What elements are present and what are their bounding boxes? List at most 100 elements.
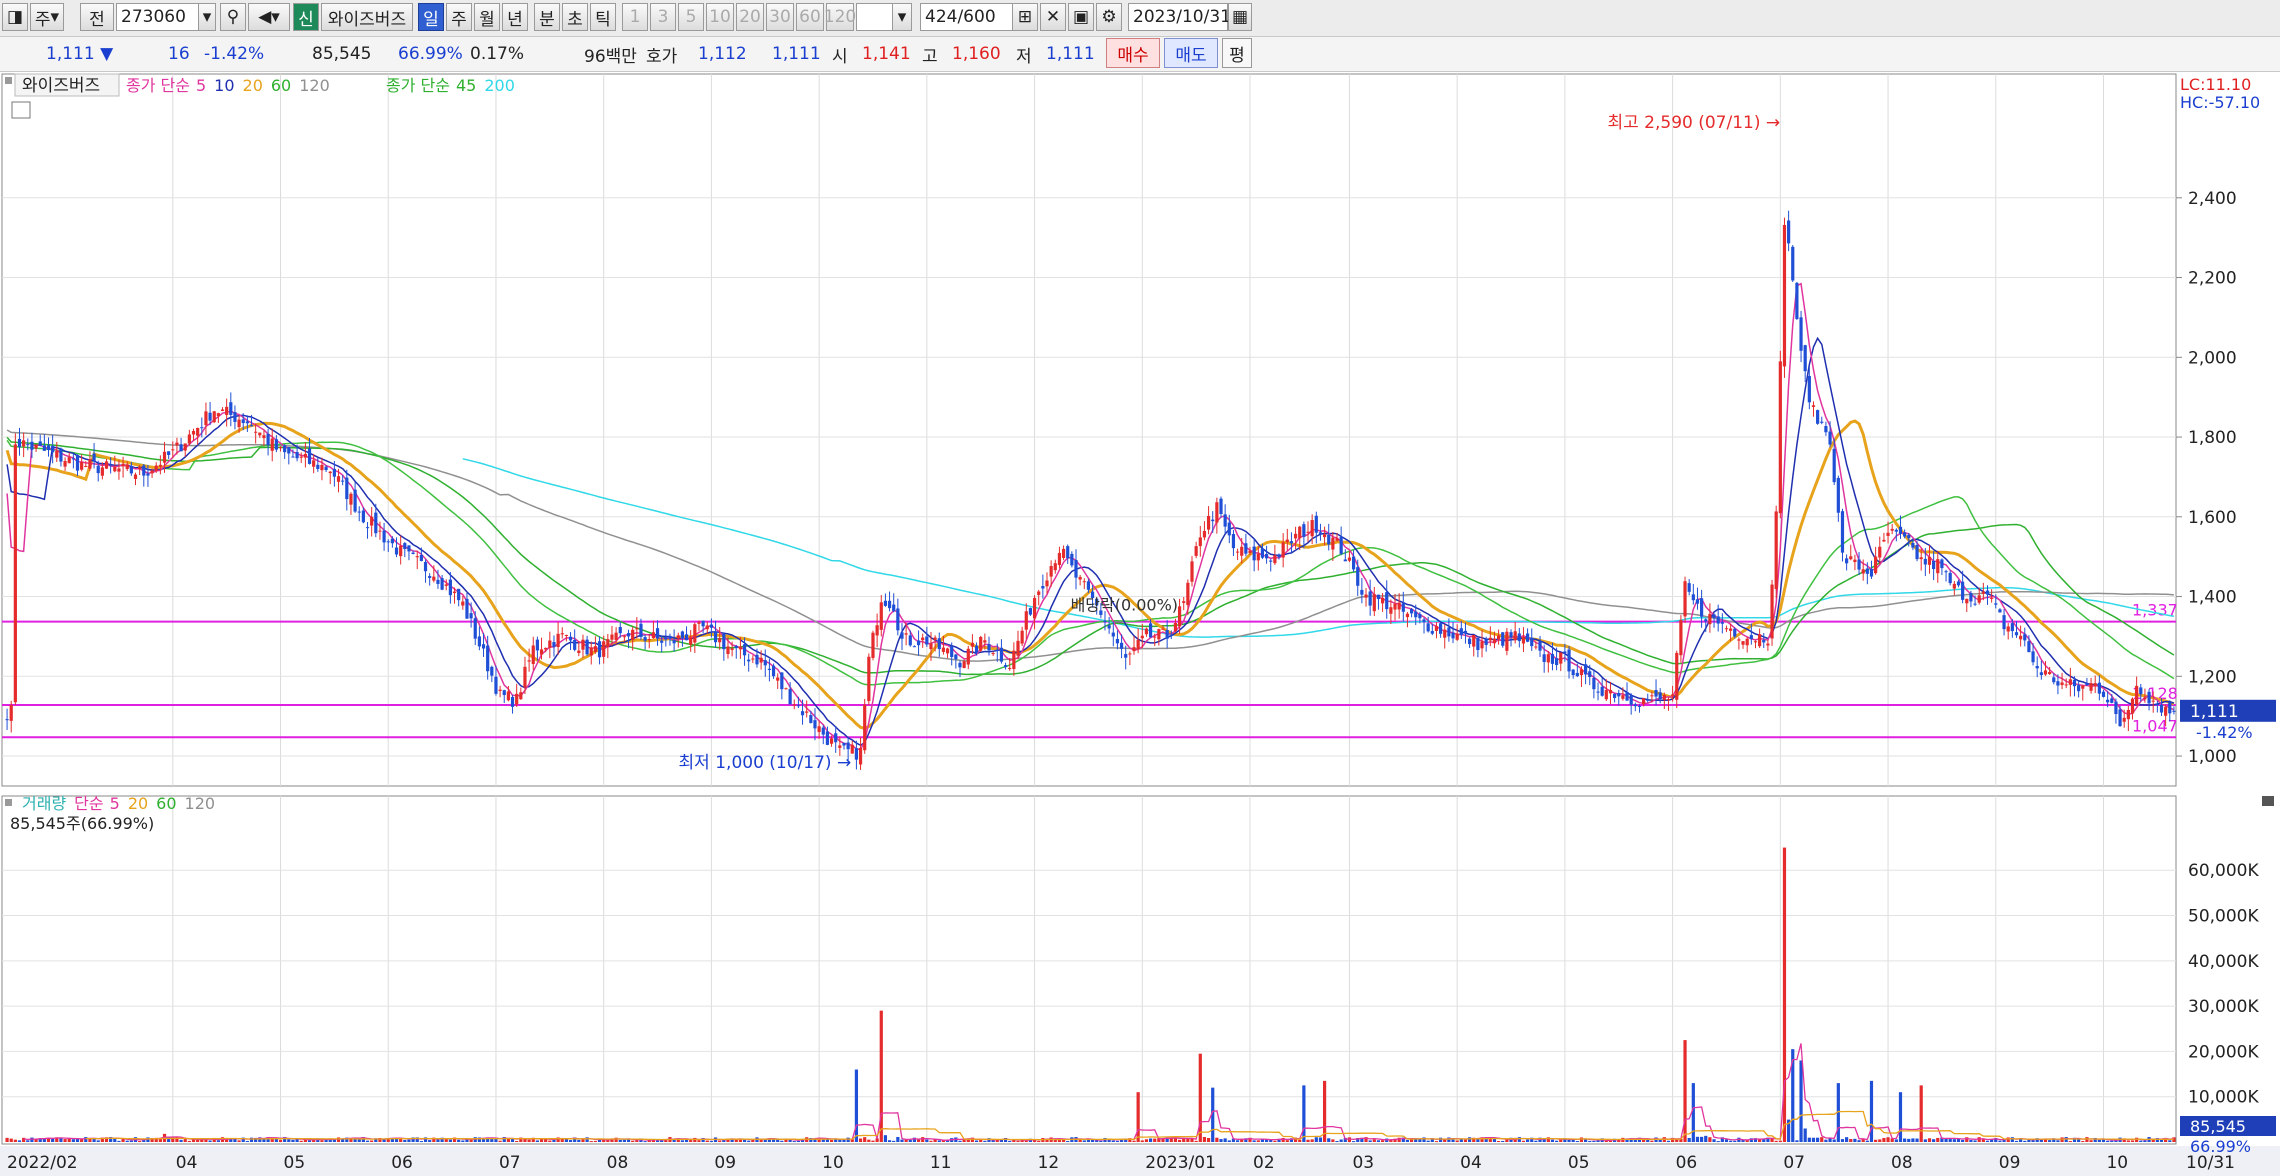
candle-body [1534,646,1538,648]
candle-body [1977,595,1981,603]
candle-body [602,641,606,657]
candle-body [655,628,660,639]
period-select[interactable]: 주 ▾ [30,3,64,31]
tab-year[interactable]: 년 [502,3,528,31]
interval-30[interactable]: 30 [766,3,794,31]
candle-body [1165,629,1169,639]
tab-second[interactable]: 초 [562,3,588,31]
candle-body [1347,557,1352,561]
x-axis-band [0,1146,2280,1176]
candle-body [196,427,200,436]
volume-bar [1223,1138,1227,1142]
candle-body [283,445,287,453]
volume-bar [1903,1138,1907,1142]
candle-body [225,406,229,415]
candle-body [1762,639,1766,643]
candle-body [705,625,709,630]
candle-body [2048,671,2052,675]
volume-bar [1886,1137,1890,1142]
volume-bar [1894,1139,1898,1142]
candle-body [216,413,220,417]
volume-bar [1774,1140,1778,1142]
cross-icon[interactable]: ✕ [1040,3,1066,31]
candle-body [457,588,461,601]
candle-body [1733,628,1737,637]
volume-bar [17,1140,22,1142]
volume-bar [1285,1140,1289,1142]
interval-10[interactable]: 10 [706,3,734,31]
date-input[interactable]: 2023/10/31 [1128,3,1231,31]
candle-body [411,552,415,555]
layout-icon[interactable]: ◨ [2,3,28,31]
candle-body [1298,526,1302,539]
interval-5[interactable]: 5 [678,3,704,31]
table-icon[interactable] [11,101,31,119]
interval-3[interactable]: 3 [650,3,676,31]
candle-body [254,431,258,433]
stock-name[interactable]: 와이즈버즈 [321,3,413,31]
volume-bar [1853,1138,1857,1142]
tab-month[interactable]: 월 [474,3,500,31]
candle-body [1890,528,1894,531]
stock-chart[interactable]: 1,3371,1281,047 2022/02 04 05 06 07 08 09 10 11 1… [0,72,2280,1176]
candle-body [1314,515,1318,533]
candle-body [452,591,457,594]
candle-body [1546,654,1550,663]
tab-minute[interactable]: 분 [534,3,560,31]
volume-bar [2130,1140,2135,1142]
search-icon[interactable]: ⚲ [220,3,246,31]
volume-bar [2151,1139,2155,1142]
buy-button[interactable]: 매수 [1106,38,1160,68]
volume-bar [1952,1139,1956,1142]
candle-body [1675,652,1679,700]
pane-menu-icon[interactable] [2262,796,2274,806]
candle-body [755,654,759,665]
zoom-icon[interactable]: ⊞ [1012,3,1038,31]
volume-tick-label: 10,000K [2188,1088,2259,1108]
candle-body [535,639,539,651]
sound-icon[interactable]: ◀▾ [248,3,290,31]
candle-body [1364,594,1368,598]
tab-tick[interactable]: 틱 [590,3,616,31]
candle-body [1538,641,1542,651]
candle-body [643,637,647,641]
calendar-icon[interactable]: ▦ [1228,3,1252,31]
volume-bar [1111,1140,1115,1142]
volume-bar [2010,1137,2014,1142]
volume-bar [2002,1139,2006,1142]
legend-toggle-icon[interactable] [5,77,12,84]
interval-120[interactable]: 120 [824,3,856,31]
volume-legend-toggle-icon[interactable] [5,799,12,806]
tab-week[interactable]: 주 [446,3,472,31]
volume-bar [2014,1140,2019,1142]
candle-body [1865,568,1869,574]
code-dropdown-icon[interactable]: ▾ [198,3,216,31]
candle-body [1434,626,1439,631]
count-field[interactable]: 424/600 [920,3,1016,31]
candle-body [1235,551,1240,553]
tab-day[interactable]: 일 [418,3,444,31]
candle-body [1451,632,1455,639]
save-icon[interactable]: ▣ [1068,3,1094,31]
volume-legend-title: 거래량 [22,794,66,813]
candle-body [1327,534,1331,545]
candle-body [1642,698,1646,705]
sell-button[interactable]: 매도 [1164,38,1218,68]
candle-body [1861,569,1865,574]
volume-bar [1575,1140,1579,1142]
interval-20[interactable]: 20 [736,3,764,31]
candle-body [1650,695,1654,697]
volume-bar [419,1141,423,1143]
candle-body [987,644,991,651]
volume-bar [1816,1137,1820,1142]
interval-dropdown-icon[interactable]: ▾ [892,3,912,31]
gear-icon[interactable]: ⚙ [1096,3,1122,31]
count-total: /600 [957,7,996,27]
candle-body [1240,546,1244,556]
interval-1[interactable]: 1 [622,3,648,31]
balance-button[interactable]: 평 [1222,38,1252,68]
prev-button[interactable]: 전 [80,3,114,31]
interval-60[interactable]: 60 [796,3,824,31]
volume-bar [2168,1140,2172,1142]
candle-body [1592,677,1596,690]
